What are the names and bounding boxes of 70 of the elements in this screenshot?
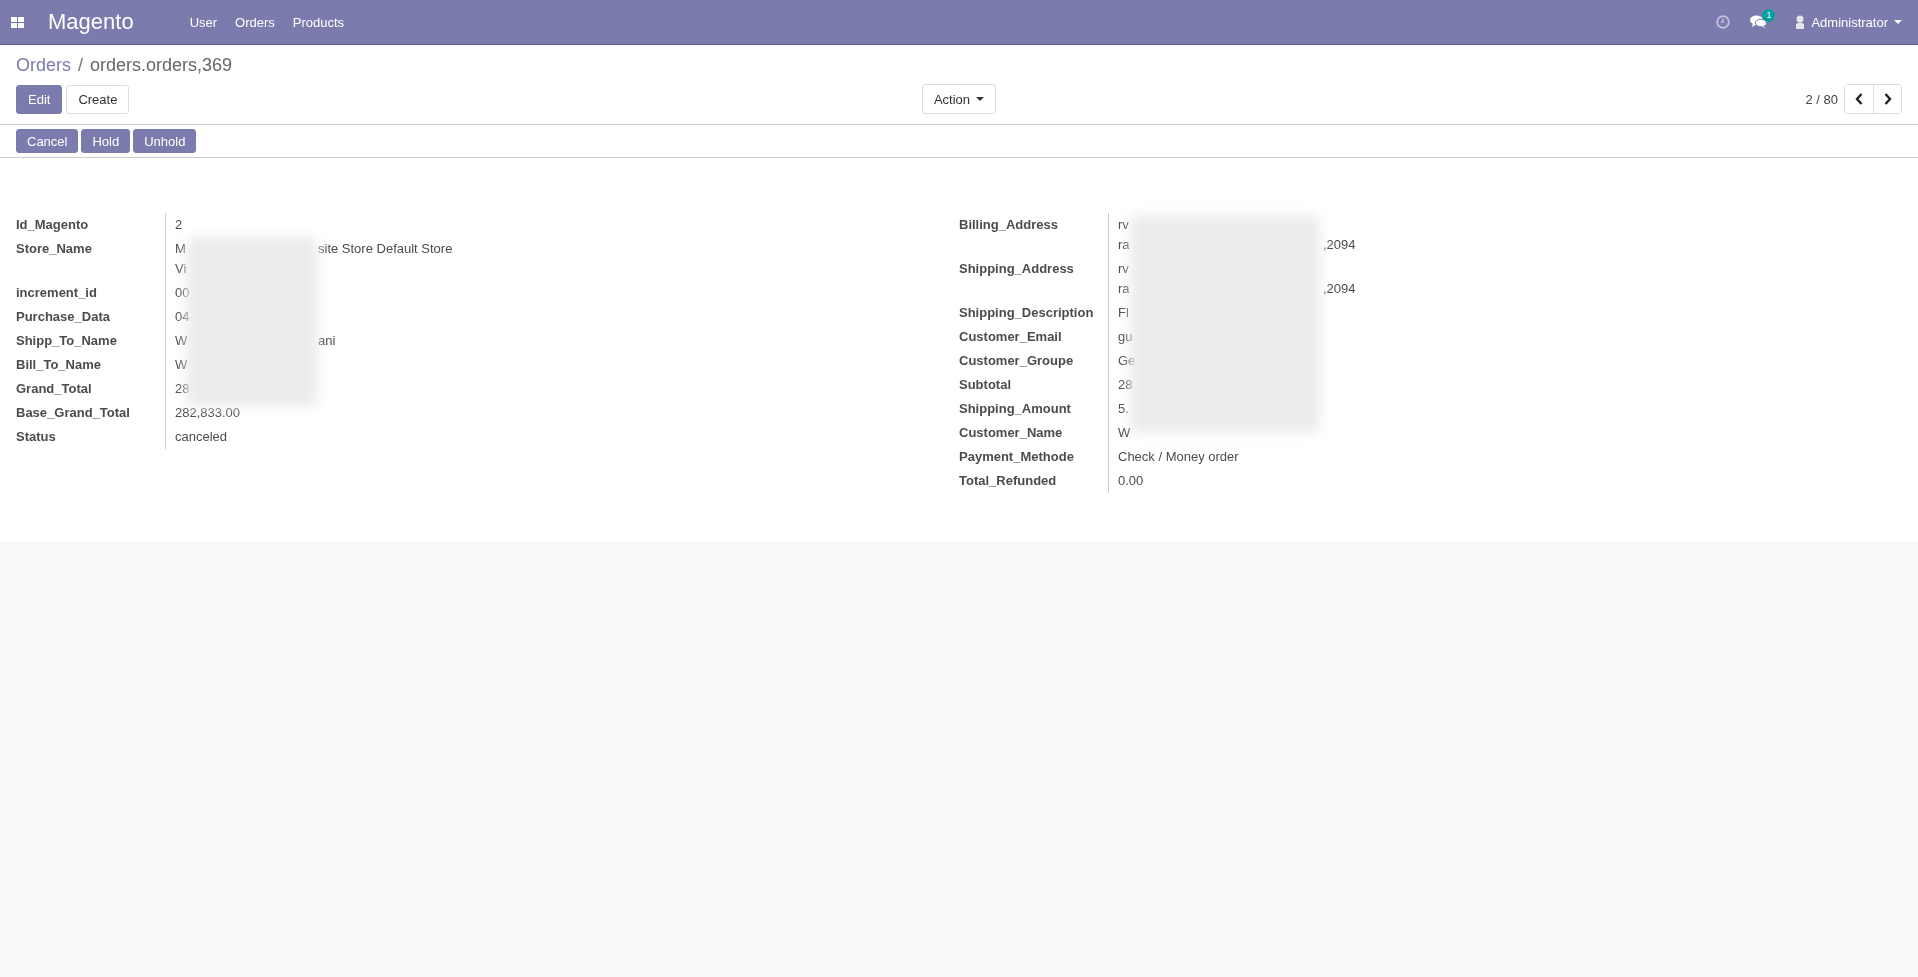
user-menu[interactable]: Administrator: [1795, 14, 1902, 30]
field-value: M: [175, 240, 187, 258]
field-label: Subtotal: [959, 373, 1109, 397]
field-label: Payment_Methode: [959, 445, 1109, 469]
field-label: Grand_Total: [16, 377, 166, 401]
field-value: gu: [1118, 328, 1134, 346]
field-label: Shipp_To_Name: [16, 329, 166, 353]
field-value: 00: [175, 284, 191, 302]
field-label: Customer_Email: [959, 325, 1109, 349]
field-label: Customer_Groupe: [959, 349, 1109, 373]
status-action-button[interactable]: Unhold: [133, 129, 197, 153]
caret-icon: [976, 97, 985, 101]
field-label: increment_id: [16, 281, 166, 305]
field-value: 5.: [1118, 400, 1130, 418]
field-value: 0.00: [1118, 472, 1145, 490]
field-value: site Store Default Store: [318, 240, 453, 258]
create-button[interactable]: Create: [66, 84, 130, 114]
edit-button[interactable]: Edit: [16, 84, 63, 114]
field-value: 2: [175, 216, 184, 234]
field-value: ra: [1118, 236, 1131, 254]
field-value: Fl: [1118, 304, 1130, 322]
caret-icon: [1894, 20, 1902, 24]
chevron-left-icon: [1855, 93, 1863, 105]
field-value: 282,833.00: [175, 404, 242, 422]
pager-counter: 2 / 80: [1805, 91, 1838, 107]
field-label: Purchase_Data: [16, 305, 166, 329]
field-value: rv: [1118, 216, 1130, 234]
breadcrumb-current: orders.orders,369: [90, 55, 233, 76]
field-label: Shipping_Address: [959, 257, 1109, 301]
next-button[interactable]: [1873, 85, 1901, 113]
user-icon: [1795, 15, 1806, 29]
action-dropdown[interactable]: Action: [921, 84, 997, 114]
field-label: Shipping_Description: [959, 301, 1109, 325]
field-value: canceled: [175, 428, 229, 446]
user-name: Administrator: [1811, 14, 1888, 30]
field-value: Vi: [175, 260, 188, 278]
field-label: Store_Name: [16, 237, 166, 281]
apps-menu-icon[interactable]: [11, 16, 24, 28]
field-label: Status: [16, 425, 166, 449]
menu-item[interactable]: User: [189, 14, 218, 30]
field-value: W: [1118, 424, 1132, 442]
field-value: ,2094: [1323, 236, 1356, 254]
field-value: 28: [175, 380, 191, 398]
chevron-right-icon: [1883, 93, 1892, 105]
clock-icon[interactable]: [1716, 15, 1731, 29]
field-value: W: [175, 356, 189, 374]
field-value: W: [175, 332, 189, 350]
field-value: ani: [318, 332, 336, 350]
status-action-button[interactable]: Cancel: [16, 129, 79, 153]
breadcrumb-link[interactable]: Orders: [16, 55, 71, 76]
status-action-button[interactable]: Hold: [81, 129, 131, 153]
breadcrumb-separator: /: [78, 55, 84, 76]
app-brand[interactable]: Magento: [48, 9, 134, 35]
field-label: Customer_Name: [959, 421, 1109, 445]
field-label: Id_Magento: [16, 213, 166, 237]
message-count-badge: 1: [1762, 9, 1776, 22]
field-label: Base_Grand_Total: [16, 401, 166, 425]
field-label: Total_Refunded: [959, 469, 1109, 493]
field-value: ,2094: [1323, 280, 1356, 298]
menu-item[interactable]: Orders: [235, 14, 275, 30]
menu-item[interactable]: Products: [292, 14, 345, 30]
field-label: Shipping_Amount: [959, 397, 1109, 421]
field-label: Bill_To_Name: [16, 353, 166, 377]
field-value: Check / Money order: [1118, 448, 1240, 466]
field-value: 28: [1118, 376, 1134, 394]
field-value: Ge: [1118, 352, 1137, 370]
field-label: Billing_Address: [959, 213, 1109, 257]
field-value: ra: [1118, 280, 1131, 298]
field-value: rv: [1118, 260, 1130, 278]
field-value: 04: [175, 308, 191, 326]
